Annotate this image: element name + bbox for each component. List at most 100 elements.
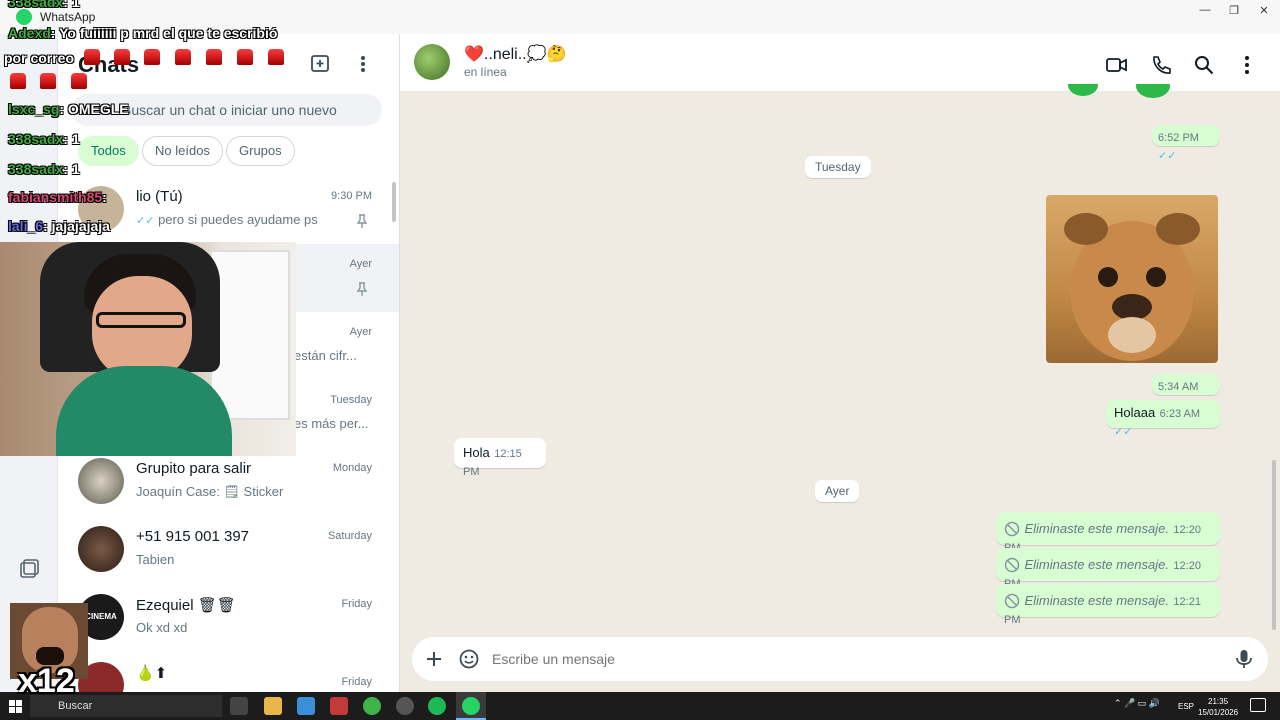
message-bubble-out[interactable]: Holaaa 6:23 AM ✓✓ [1106,400,1220,438]
message-bubble-out[interactable]: 6:52 PM ✓✓ [1152,125,1220,162]
siren-emote-row [10,73,94,93]
deleted-icon [1004,593,1020,609]
chat-preview: Ok xd xd [136,620,188,635]
image-message[interactable] [1046,195,1218,363]
avatar [78,526,124,572]
attach-plus-icon[interactable] [424,649,444,669]
whatsapp-logo-icon [16,9,32,25]
minimize-button[interactable]: — [1190,4,1220,20]
input-language[interactable]: ESP [1178,702,1194,711]
read-ticks-icon: ✓✓ [1158,150,1177,162]
video-call-icon[interactable] [1106,54,1128,76]
overlay-chat-line: 338sadx: 1 [8,161,80,177]
chat-name: +51 915 001 397 [136,528,250,545]
chat-time: 9:30 PM [331,190,372,202]
deleted-message-bubble[interactable]: Eliminaste este mensaje. 12:20 PM [996,548,1220,590]
chat-preview: Joaquín Case: 🗒 Sticker [136,484,284,499]
message-bubble-out[interactable]: 5:34 AM ✓✓ [1152,374,1220,411]
windows-start-icon[interactable] [9,700,22,713]
chat-time: Ayer [349,258,372,270]
new-chat-icon[interactable] [310,54,332,74]
message-text: Eliminaste este mensaje. [1024,593,1169,608]
chrome-icon[interactable] [363,697,381,715]
deleted-icon [1004,557,1020,573]
chat-time: Friday [341,598,372,610]
chat-name: lio (Tú) [136,188,183,205]
app-icon[interactable] [330,697,348,715]
taskbar: Buscar ⌃ 🎤 ▭ 🔊 [0,692,1280,720]
chat-name: Ezequiel 🗑🗑 [136,597,236,614]
pin-icon [356,282,368,296]
notepad-icon[interactable] [297,697,315,715]
deleted-message-bubble[interactable]: Eliminaste este mensaje. 12:21 PM [996,584,1220,626]
webcam-overlay [0,242,296,456]
chat-time: Saturday [327,530,372,542]
overlay-chat-line: 338sadx: 1 [8,0,80,10]
whatsapp-taskbar-button[interactable] [456,692,486,720]
read-ticks-icon: ✓✓ [136,215,155,227]
contact-avatar[interactable] [414,44,450,80]
contact-status: en línea [464,65,507,79]
voice-call-icon[interactable] [1150,54,1172,76]
file-explorer-icon[interactable] [264,697,282,715]
sticker-emoji-icon[interactable] [458,648,480,670]
obs-icon[interactable] [396,697,414,715]
chat-preview: están cifr... [294,348,357,363]
date-divider: Tuesday [805,156,871,178]
chat-row[interactable]: Grupito para salir Joaquín Case: 🗒 Stick… [58,448,399,516]
pin-icon [356,214,368,228]
overlay-chat-line: 338sadx: 1 [8,131,80,147]
overlay-chat-line: lsxc_sg: OMEGLE [8,101,129,117]
notifications-icon[interactable] [1250,698,1266,712]
spotify-icon[interactable] [428,697,446,715]
media-icon[interactable] [18,558,40,580]
message-text: Eliminaste este mensaje. [1024,557,1169,572]
app-root: WhatsApp — ❐ ✕ Chats Buscar un chat o in… [0,0,1280,720]
chat-time: Ayer [349,326,372,338]
overlay-chat-line: lali_6: jajajajaja [8,218,110,234]
chat-row[interactable]: 🍐⬆ Friday [58,652,399,692]
message-time: 5:34 AM [1158,381,1199,393]
close-button[interactable]: ✕ [1249,4,1279,20]
filter-todos[interactable]: Todos [78,136,139,166]
date-divider: Ayer [815,480,860,502]
sticker-fragment [1064,84,1174,100]
menu-dots-icon[interactable] [1236,54,1258,76]
menu-dots-icon[interactable] [356,54,370,74]
chat-name: 🍐⬆ [136,665,168,682]
siren-emote-row [84,49,294,69]
message-text: Eliminaste este mensaje. [1024,521,1169,536]
avatar [78,458,124,504]
chat-name: Grupito para salir [136,460,252,477]
message-time: 6:52 PM [1158,132,1199,144]
system-tray-icons[interactable]: ⌃ 🎤 ▭ 🔊 [1114,698,1174,712]
read-ticks-icon: ✓✓ [1114,426,1133,438]
deleted-icon [1004,521,1020,537]
search-icon[interactable] [1193,54,1215,76]
chat-preview: Tabien [136,552,175,567]
contact-name[interactable]: ❤️..neli..💭🤔 [464,44,566,64]
chat-time: Friday [341,676,372,688]
maximize-button[interactable]: ❐ [1219,4,1249,20]
message-input[interactable] [492,647,1192,671]
overlay-chat-line: fabiansmith85: [8,189,107,205]
whatsapp-icon [462,697,480,715]
dog-photo [1064,213,1200,361]
message-bubble-in[interactable]: Hola 12:15 PM [454,438,546,478]
filter-grupos[interactable]: Grupos [226,136,295,166]
microphone-icon[interactable] [1234,648,1254,670]
chat-scrollbar[interactable] [1272,460,1276,630]
filter-no-leidos[interactable]: No leídos [142,136,223,166]
deleted-message-bubble[interactable]: Eliminaste este mensaje. 12:20 PM [996,512,1220,554]
message-text: Holaaa [1114,405,1156,420]
task-view-icon[interactable] [230,697,248,715]
chat-row[interactable]: CINEMA Ezequiel 🗑🗑 Ok xd xd Friday [58,584,399,652]
chat-preview: ✓✓ pero si puedes ayudame ps [136,212,318,227]
list-scrollbar[interactable] [392,182,396,222]
chat-preview: es más per... [294,416,369,431]
taskbar-clock[interactable]: 21:35 15/01/2026 [1198,696,1238,718]
chat-row[interactable]: +51 915 001 397 Tabien Saturday [58,516,399,584]
message-composer [412,637,1268,681]
chat-time: Tuesday [330,394,372,406]
overlay-chat-line: Adexd: Yo fuiiiiii p mrd el que te escri… [8,25,278,41]
